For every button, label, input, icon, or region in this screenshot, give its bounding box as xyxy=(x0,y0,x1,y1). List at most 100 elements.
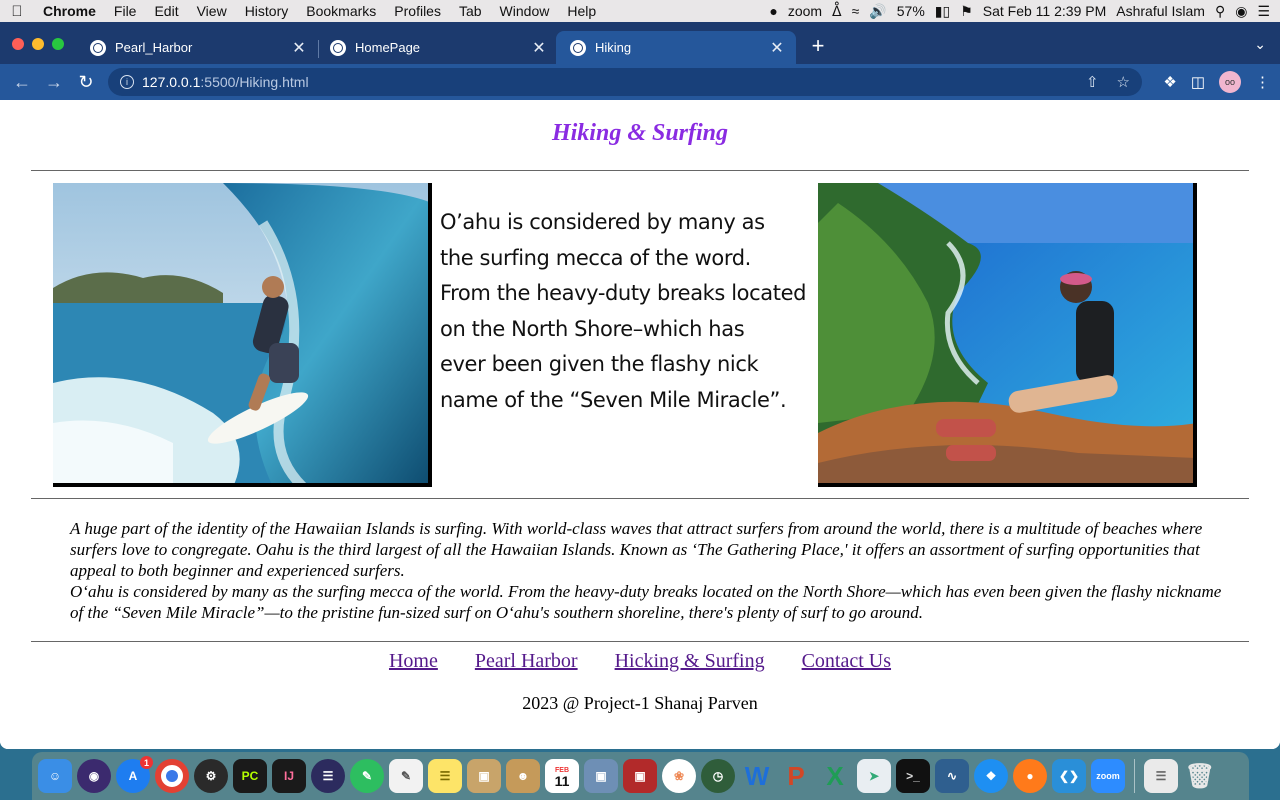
intellij-icon[interactable]: IJ xyxy=(272,759,306,793)
photo-booth-icon[interactable]: ▣ xyxy=(623,759,657,793)
volume-icon[interactable]: 🔊 xyxy=(869,3,886,20)
photos-icon[interactable]: ❀ xyxy=(662,759,696,793)
finder-icon[interactable]: ☺ xyxy=(38,759,72,793)
tab-search-chevron-icon[interactable]: ⌄ xyxy=(1254,36,1266,53)
menu-edit[interactable]: Edit xyxy=(145,3,187,19)
quote-line: the surfing mecca of the word. xyxy=(440,245,751,270)
siri-icon[interactable]: ◉ xyxy=(77,759,111,793)
wifi-icon[interactable]: ≈ xyxy=(852,3,860,19)
globe-icon xyxy=(570,39,586,56)
minimize-window-button[interactable] xyxy=(32,38,44,50)
content-paragraphs: A huge part of the identity of the Hawai… xyxy=(70,518,1230,623)
macos-menubar:  Chrome File Edit View History Bookmark… xyxy=(0,0,1280,22)
close-tab-icon[interactable]: ✕ xyxy=(288,38,310,58)
globe-icon xyxy=(330,39,346,56)
powerpoint-icon[interactable]: P xyxy=(779,759,813,793)
word-icon[interactable]: W xyxy=(740,759,774,793)
dock-separator xyxy=(1134,759,1135,793)
zoom-app-label: zoom xyxy=(1096,771,1120,781)
pycharm-icon[interactable]: PC xyxy=(233,759,267,793)
zoom-app-icon[interactable]: zoom xyxy=(1091,759,1125,793)
nav-link-pearl-harbor[interactable]: Pearl Harbor xyxy=(475,650,578,672)
extensions-puzzle-icon[interactable]: ❖ xyxy=(1163,73,1176,91)
calendar-icon[interactable]: FEB 11 xyxy=(545,759,579,793)
tab-pearl-harbor[interactable]: Pearl_Harbor ✕ xyxy=(76,31,318,64)
menu-window[interactable]: Window xyxy=(491,3,559,19)
paragraph-identity: A huge part of the identity of the Hawai… xyxy=(70,519,1203,580)
menubar-user[interactable]: Ashraful Islam xyxy=(1116,3,1205,19)
close-tab-icon[interactable]: ✕ xyxy=(528,38,550,58)
bookmark-star-icon[interactable]: ☆ xyxy=(1117,73,1130,91)
menubar-datetime[interactable]: Sat Feb 11 2:39 PM xyxy=(983,3,1106,19)
nav-link-home[interactable]: Home xyxy=(389,650,438,672)
siri-icon[interactable]: ◉ xyxy=(1235,3,1247,20)
system-preferences-icon[interactable]: ⚙ xyxy=(194,759,228,793)
menu-profiles[interactable]: Profiles xyxy=(385,3,450,19)
profile-avatar[interactable]: oo xyxy=(1219,71,1241,93)
share-icon[interactable]: ⇧ xyxy=(1086,73,1099,91)
textedit-icon[interactable]: ✎ xyxy=(389,759,423,793)
app-store-badge: 1 xyxy=(140,756,153,769)
excel-icon[interactable]: X xyxy=(818,759,852,793)
side-panel-icon[interactable]: ◫ xyxy=(1191,73,1205,91)
reload-button[interactable]: ↻ xyxy=(70,72,102,93)
bluetooth-icon[interactable]: ᐂ xyxy=(832,3,842,20)
new-tab-button[interactable]: + xyxy=(806,35,830,57)
menu-tab[interactable]: Tab xyxy=(450,3,491,19)
quote-line: name of the “Seven Mile Miracle”. xyxy=(440,387,787,412)
eclipse-icon[interactable]: ☰ xyxy=(311,759,345,793)
menu-history[interactable]: History xyxy=(236,3,298,19)
app-store-icon[interactable]: A1 xyxy=(116,756,153,793)
zoom-window-button[interactable] xyxy=(52,38,64,50)
zoom-menubar-label[interactable]: zoom xyxy=(788,3,822,19)
maps-icon[interactable]: ➤ xyxy=(857,759,891,793)
image-capture-icon[interactable]: ▣ xyxy=(584,759,618,793)
site-info-icon[interactable]: i xyxy=(120,75,134,89)
surfer-photo xyxy=(53,183,432,487)
battery-percent[interactable]: 57% xyxy=(897,3,925,19)
divider xyxy=(31,170,1249,171)
battery-icon[interactable]: ▮▯ xyxy=(935,3,950,20)
evernote-menubar-icon[interactable]: ● xyxy=(769,3,777,19)
control-center-icon[interactable]: ☰ xyxy=(1257,3,1270,20)
tab-homepage[interactable]: HomePage ✕ xyxy=(316,31,558,64)
menu-app-name[interactable]: Chrome xyxy=(34,3,105,19)
chrome-menu-icon[interactable]: ⋮ xyxy=(1255,73,1270,91)
contacts-icon[interactable]: ☻ xyxy=(506,759,540,793)
nav-link-hiking-surfing[interactable]: Hicking & Surfing xyxy=(615,650,765,672)
safari-icon[interactable]: ❖ xyxy=(974,759,1008,793)
terminal-icon[interactable]: >_ xyxy=(896,759,930,793)
menu-view[interactable]: View xyxy=(188,3,236,19)
tab-title: Hiking xyxy=(595,40,632,55)
mysql-workbench-icon[interactable]: ∿ xyxy=(935,759,969,793)
back-button[interactable]: ← xyxy=(6,72,38,93)
spotlight-search-icon[interactable]: ⚲ xyxy=(1215,3,1225,20)
divider xyxy=(31,498,1249,499)
evernote-icon[interactable]: ✎ xyxy=(350,759,384,793)
menubar-status-area: ● zoom ᐂ ≈ 🔊 57% ▮▯ ⚑ Sat Feb 11 2:39 PM… xyxy=(769,3,1280,20)
input-flag-icon[interactable]: ⚑ xyxy=(960,3,973,20)
preview-icon[interactable]: ▣ xyxy=(467,759,501,793)
firefox-icon[interactable]: ● xyxy=(1013,759,1047,793)
vscode-icon[interactable]: ❮❯ xyxy=(1052,759,1086,793)
downloads-stack-icon[interactable]: ☰ xyxy=(1144,759,1178,793)
close-window-button[interactable] xyxy=(12,38,24,50)
quote-line: O’ahu is considered by many as xyxy=(440,210,765,234)
tab-hiking[interactable]: Hiking ✕ xyxy=(556,31,796,64)
forward-button[interactable]: → xyxy=(38,72,70,93)
menu-file[interactable]: File xyxy=(105,3,146,19)
nav-link-contact-us[interactable]: Contact Us xyxy=(802,650,891,672)
menu-bookmarks[interactable]: Bookmarks xyxy=(297,3,385,19)
menu-help[interactable]: Help xyxy=(558,3,605,19)
quote-image: O’ahu is considered by many as the surfi… xyxy=(440,205,810,415)
trash-icon[interactable]: 🗑 xyxy=(1183,759,1217,793)
browser-window: Pearl_Harbor ✕ HomePage ✕ Hiking ✕ + ⌄ ←… xyxy=(0,22,1280,749)
time-machine-icon[interactable]: ◷ xyxy=(701,759,735,793)
apple-menu-icon[interactable]:  xyxy=(0,3,34,20)
address-bar[interactable]: i 127.0.0.1:5500/Hiking.html ⇧ ☆ xyxy=(108,68,1142,96)
chrome-icon[interactable] xyxy=(155,759,189,793)
tab-title: Pearl_Harbor xyxy=(115,40,193,55)
notes-icon[interactable]: ☰ xyxy=(428,759,462,793)
globe-icon xyxy=(90,39,106,56)
close-tab-icon[interactable]: ✕ xyxy=(766,38,788,58)
